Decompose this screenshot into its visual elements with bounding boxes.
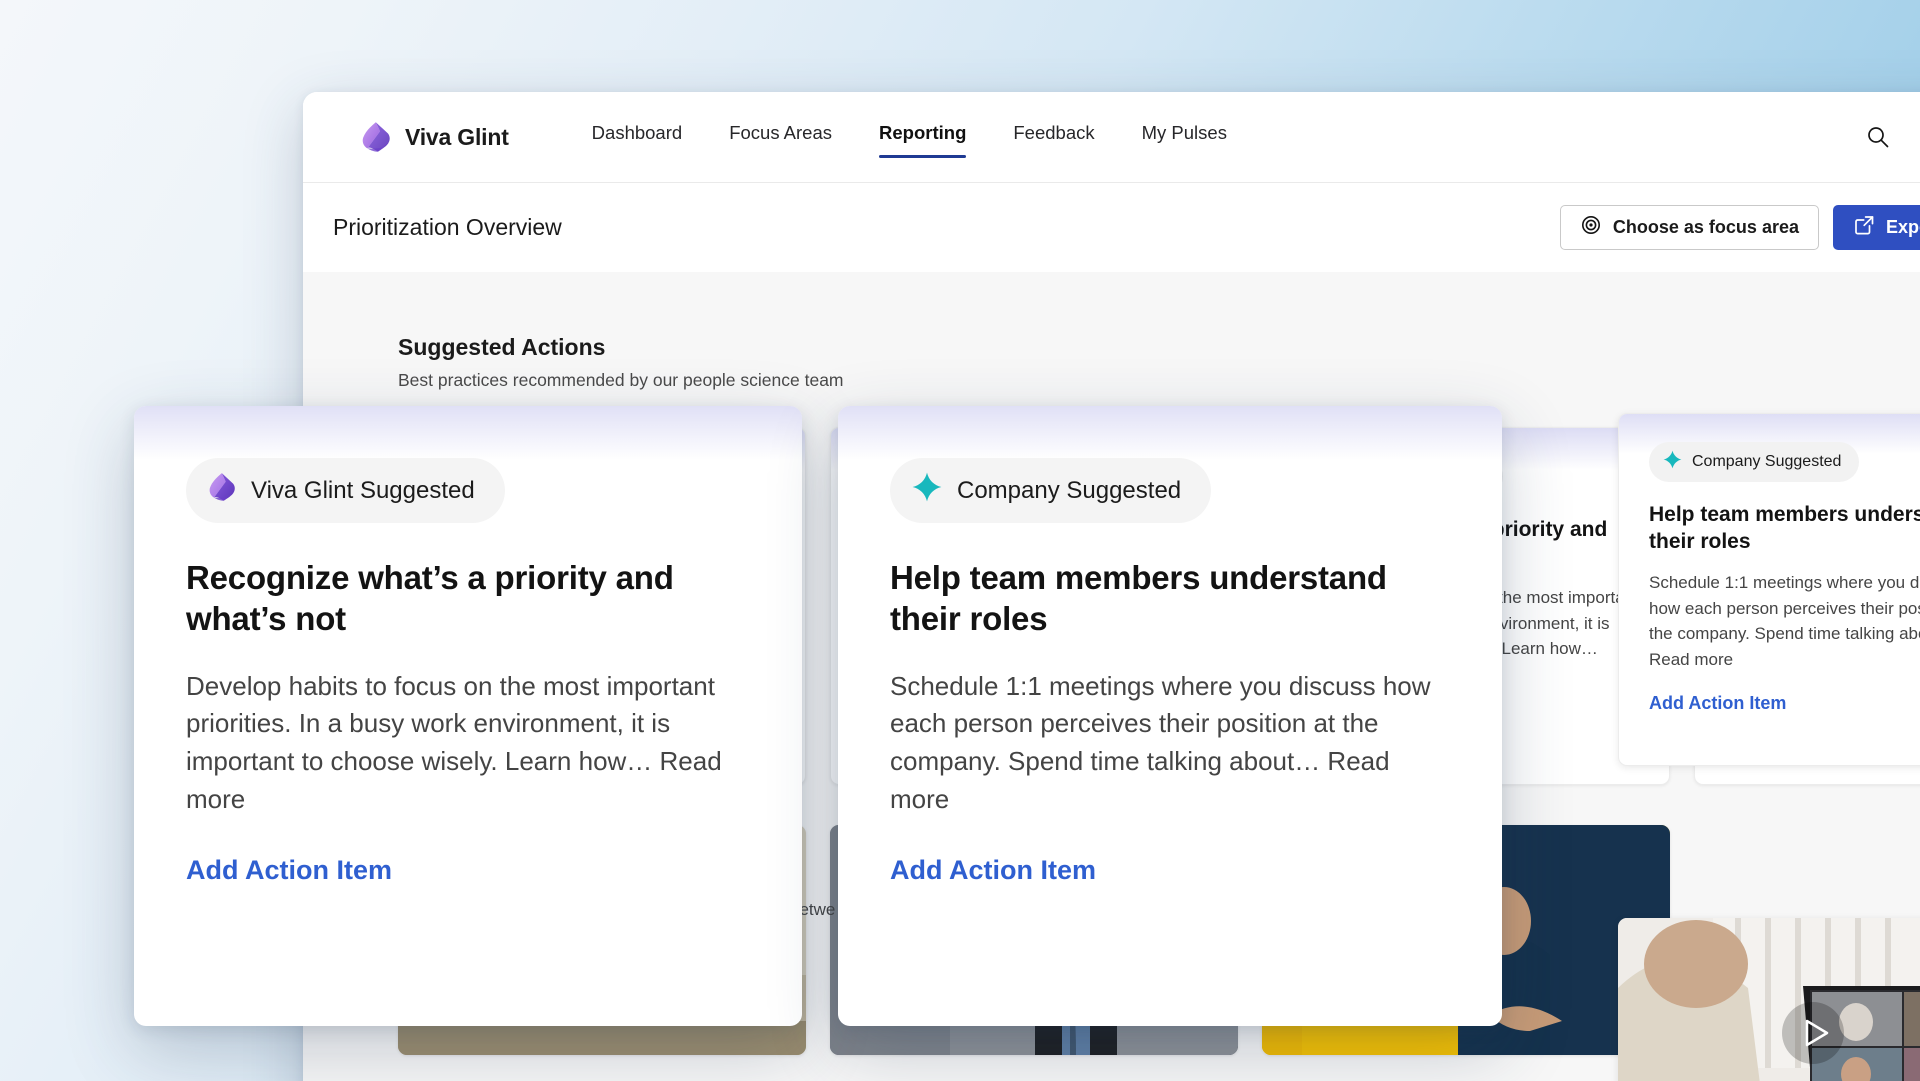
suggestion-title: Recognize what’s a priority and what’s n… xyxy=(186,559,674,638)
brand-name: Viva Glint xyxy=(405,123,509,150)
target-icon xyxy=(1580,214,1602,241)
choose-as-focus-area-button[interactable]: Choose as focus area xyxy=(1559,205,1819,250)
suggestion-popup-company[interactable]: Company Suggested Help team members unde… xyxy=(838,406,1502,1026)
suggestion-body: Schedule 1:1 meetings where you discuss … xyxy=(890,670,1431,815)
video-thumbnail-video-call[interactable] xyxy=(1618,918,1920,1081)
export-label: Export xyxy=(1885,217,1920,237)
badge-label: Viva Glint Suggested xyxy=(251,476,475,504)
add-action-item-link[interactable]: Add Action Item xyxy=(1649,693,1786,714)
add-action-item-link[interactable]: Add Action Item xyxy=(890,855,1096,886)
nav-item-my-pulses[interactable]: My Pulses xyxy=(1142,116,1227,158)
choose-as-focus-area-label: Choose as focus area xyxy=(1612,217,1799,237)
viva-glint-logo-icon xyxy=(361,121,391,153)
status-badge: Viva Glint Suggested xyxy=(186,458,505,523)
badge-label: Company Suggested xyxy=(1692,453,1842,470)
nav-item-dashboard[interactable]: Dashboard xyxy=(592,116,683,158)
sparkle-icon xyxy=(912,472,942,509)
top-bar-actions xyxy=(1863,122,1920,152)
suggestion-title: Help team members understand their roles xyxy=(1649,503,1920,553)
suggestion-popup-viva-glint[interactable]: Viva Glint Suggested Recognize what’s a … xyxy=(134,406,802,1026)
section-subtitle: Best practices recommended by our people… xyxy=(398,370,844,390)
page-header: Prioritization Overview Choose as focus … xyxy=(303,182,1920,272)
share-icon xyxy=(1853,214,1875,241)
nav-item-reporting[interactable]: Reporting xyxy=(879,116,967,158)
badge-label: Company Suggested xyxy=(957,476,1182,504)
export-button[interactable]: Export xyxy=(1832,205,1920,250)
search-icon[interactable] xyxy=(1863,122,1893,152)
top-navigation-bar: Viva Glint Dashboard Focus Areas Reporti… xyxy=(303,92,1920,182)
nav-item-feedback[interactable]: Feedback xyxy=(1013,116,1094,158)
brand[interactable]: Viva Glint xyxy=(361,121,509,153)
suggestion-card-floating[interactable]: Company Suggested Help team members unde… xyxy=(1618,413,1920,766)
suggestion-body: Develop habits to focus on the most impo… xyxy=(186,670,722,815)
add-action-item-link[interactable]: Add Action Item xyxy=(186,855,392,886)
screen: Viva Glint Dashboard Focus Areas Reporti… xyxy=(0,0,1920,1081)
main-navigation: Dashboard Focus Areas Reporting Feedback… xyxy=(592,116,1227,158)
status-badge: Company Suggested xyxy=(890,458,1212,523)
sparkle-icon xyxy=(1663,450,1682,474)
page-header-actions: Choose as focus area Export xyxy=(1559,205,1920,250)
page-title: Prioritization Overview xyxy=(333,214,562,240)
section-title: Suggested Actions xyxy=(398,334,606,360)
suggestion-body: Schedule 1:1 meetings where you discuss … xyxy=(1649,572,1920,670)
nav-item-focus-areas[interactable]: Focus Areas xyxy=(729,116,832,158)
suggestion-title: Help team members understand their roles xyxy=(890,559,1387,638)
viva-glint-logo-icon xyxy=(208,472,236,509)
play-icon[interactable] xyxy=(1782,1002,1844,1064)
status-badge: Company Suggested xyxy=(1649,442,1860,482)
